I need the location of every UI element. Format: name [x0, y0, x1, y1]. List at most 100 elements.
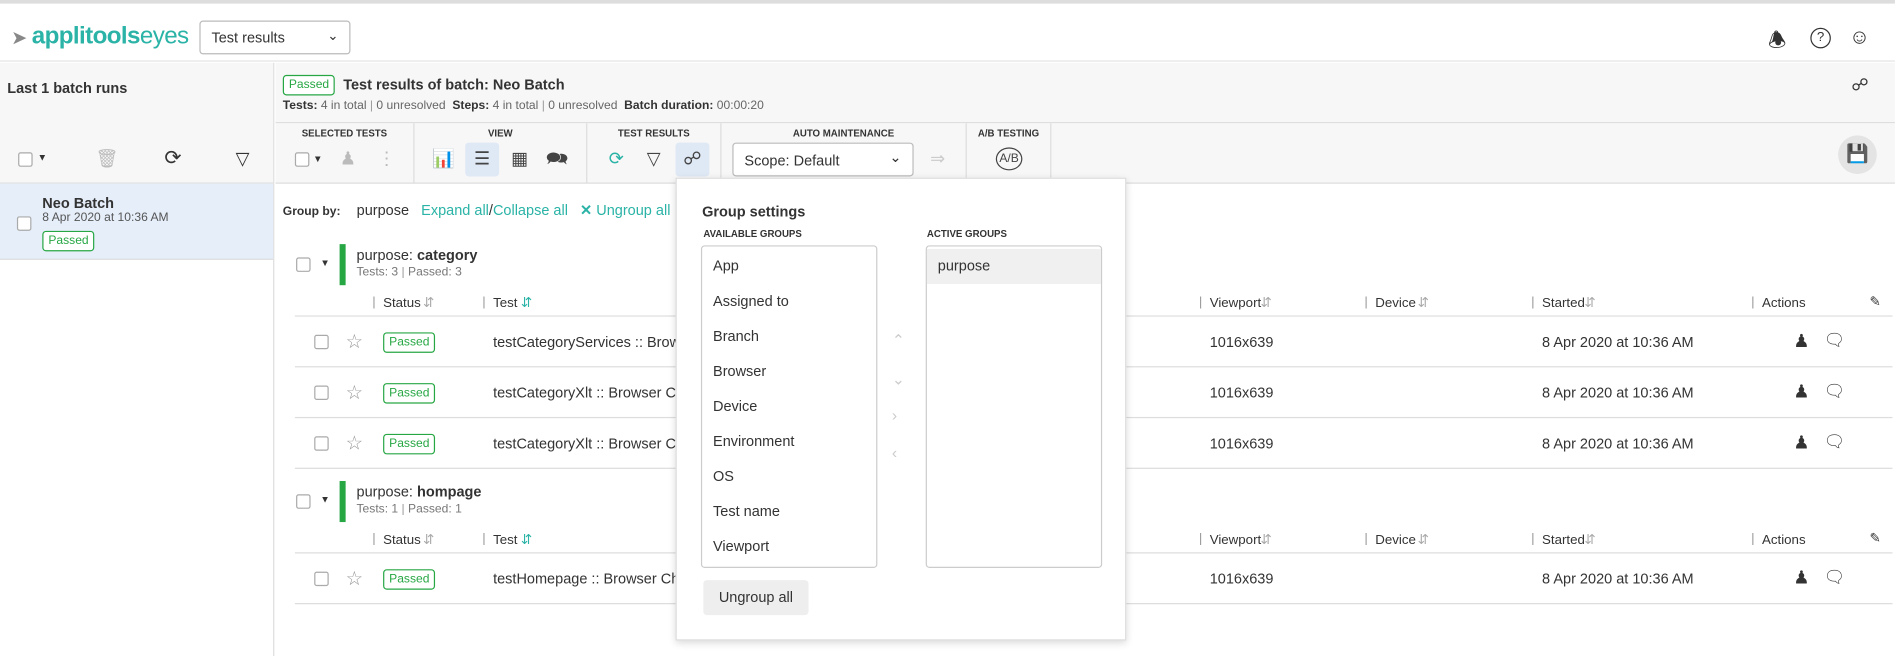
available-group-item[interactable]: Device — [702, 389, 876, 424]
more-icon[interactable]: ⋮ — [370, 143, 404, 177]
available-group-item[interactable]: Environment — [702, 424, 876, 459]
sort-icon[interactable]: ⇵ — [1260, 295, 1271, 311]
view-select[interactable]: Test results ⌄ — [199, 20, 351, 55]
move-right-icon[interactable]: › — [892, 406, 897, 424]
select-tests-checkbox[interactable] — [294, 152, 310, 167]
move-left-icon[interactable]: ‹ — [892, 444, 897, 462]
batch-item[interactable]: Neo Batch 8 Apr 2020 at 10:36 AM Passed — [0, 183, 274, 260]
column-status[interactable]: Status — [383, 533, 421, 548]
assign-user-icon[interactable]: ♟ — [1793, 381, 1809, 403]
list-view-icon[interactable]: ☰ — [465, 142, 500, 177]
group-tests-count: Tests: 3 — [356, 265, 399, 280]
sort-icon[interactable]: ⇵ — [423, 532, 434, 548]
comment-icon[interactable]: 🗨 — [1824, 330, 1845, 351]
column-started[interactable]: Started — [1542, 296, 1585, 311]
save-button[interactable]: 💾 — [1838, 135, 1877, 175]
available-group-item[interactable]: App — [702, 249, 876, 284]
column-device[interactable]: Device — [1375, 296, 1416, 311]
sort-asc-icon[interactable]: ⇵ — [521, 532, 532, 548]
comment-icon[interactable]: 🗨 — [1824, 381, 1845, 402]
edit-columns-icon[interactable]: ✎ — [1870, 531, 1881, 547]
comment-icon[interactable]: 🗨 — [1824, 567, 1845, 588]
select-all-checkbox[interactable] — [18, 152, 33, 167]
group-checkbox[interactable] — [296, 257, 311, 272]
bell-icon[interactable]: 🕭 — [1768, 25, 1786, 60]
grid-view-icon[interactable]: ▦ — [503, 143, 537, 177]
assign-user-icon[interactable]: ♟ — [1793, 330, 1809, 352]
steps-total: 4 in total — [492, 99, 539, 113]
filter-icon[interactable]: ▽ — [637, 143, 671, 177]
sort-asc-icon[interactable]: ⇵ — [521, 295, 532, 311]
ab-testing-icon[interactable]: A/B — [992, 143, 1026, 177]
test-name[interactable]: testCategoryServices :: Brows — [493, 334, 687, 351]
test-name[interactable]: testCategoryXlt :: Browser Ch — [493, 384, 684, 401]
group-checkbox[interactable] — [296, 494, 311, 509]
share-icon[interactable]: ☍ — [1851, 75, 1868, 96]
column-test[interactable]: Test — [493, 533, 517, 548]
group-icon[interactable]: ☍ — [675, 142, 710, 177]
tests-total: 4 in total — [320, 99, 367, 113]
caret-down-icon[interactable]: ▼ — [313, 153, 323, 164]
caret-down-icon[interactable]: ▼ — [37, 152, 47, 163]
logo-text: applitools — [31, 22, 141, 50]
available-group-item[interactable]: OS — [702, 459, 876, 494]
star-icon[interactable]: ☆ — [346, 381, 363, 405]
sort-icon[interactable]: ⇵ — [1260, 532, 1271, 548]
available-group-item[interactable]: Assigned to — [702, 284, 876, 319]
sort-icon[interactable]: ⇵ — [1584, 532, 1595, 548]
comments-view-icon[interactable]: 🗪 — [540, 143, 574, 177]
available-group-item[interactable]: Test name — [702, 494, 876, 529]
row-checkbox[interactable] — [314, 385, 329, 401]
trash-icon[interactable]: 🗑 — [95, 147, 118, 170]
refresh-icon[interactable]: ⟳ — [164, 146, 181, 170]
active-groups-list: purpose — [925, 245, 1103, 568]
ungroup-all-button[interactable]: Ungroup all — [703, 580, 809, 616]
scope-value: Scope: Default — [744, 152, 840, 170]
row-checkbox[interactable] — [314, 436, 329, 451]
active-group-item[interactable]: purpose — [926, 248, 1101, 284]
move-down-icon[interactable]: ⌄ — [892, 370, 905, 389]
row-checkbox[interactable] — [314, 571, 329, 587]
help-icon[interactable]: ? — [1810, 27, 1831, 49]
star-icon[interactable]: ☆ — [346, 330, 363, 354]
caret-down-icon[interactable]: ▼ — [320, 494, 330, 505]
available-group-item[interactable]: Browser — [702, 354, 876, 389]
batch-title-prefix: Test results of batch: — [343, 76, 489, 94]
column-device[interactable]: Device — [1375, 533, 1416, 548]
chart-view-icon[interactable]: 📊 — [427, 143, 461, 177]
user-settings-icon[interactable]: ☺ — [1849, 25, 1870, 49]
available-group-item[interactable]: Viewport — [702, 529, 876, 564]
sort-icon[interactable]: ⇵ — [1418, 532, 1429, 548]
row-checkbox[interactable] — [314, 334, 329, 350]
sort-icon[interactable]: ⇵ — [1584, 295, 1595, 311]
assign-user-icon[interactable]: ♟ — [1793, 431, 1809, 454]
apply-maintenance-icon[interactable]: ⇒ — [921, 143, 955, 177]
scope-select[interactable]: Scope: Default ⌄ — [732, 142, 914, 177]
assign-user-icon[interactable]: ♟ — [1793, 567, 1809, 589]
star-icon[interactable]: ☆ — [346, 567, 363, 591]
star-icon[interactable]: ☆ — [346, 431, 363, 455]
column-test[interactable]: Test — [493, 296, 517, 311]
column-viewport[interactable]: Viewport — [1210, 533, 1261, 548]
ungroup-all-link[interactable]: ✕ Ungroup all — [580, 202, 670, 219]
sort-icon[interactable]: ⇵ — [423, 295, 434, 311]
edit-columns-icon[interactable]: ✎ — [1870, 294, 1881, 310]
caret-down-icon[interactable]: ▼ — [320, 257, 330, 268]
collapse-all-link[interactable]: Collapse all — [493, 202, 568, 219]
test-name[interactable]: testCategoryXlt :: Browser Ch — [493, 435, 684, 452]
test-name[interactable]: testHomepage :: Browser Chr — [493, 570, 684, 587]
sort-icon[interactable]: ⇵ — [1418, 295, 1429, 311]
column-status[interactable]: Status — [383, 296, 421, 311]
available-group-item[interactable]: Branch — [702, 319, 876, 354]
logo[interactable]: ➤ applitoolseyes — [12, 22, 189, 51]
viewport-value: 1016x639 — [1209, 435, 1274, 452]
filter-icon[interactable]: ▽ — [236, 147, 250, 170]
expand-all-link[interactable]: Expand all — [421, 202, 489, 219]
column-started[interactable]: Started — [1542, 533, 1585, 548]
comment-icon[interactable]: 🗨 — [1824, 431, 1845, 452]
move-up-icon[interactable]: ⌃ — [892, 331, 905, 350]
column-viewport[interactable]: Viewport — [1210, 296, 1261, 311]
assign-user-icon[interactable]: ♟ — [331, 143, 365, 177]
batch-checkbox[interactable] — [16, 216, 32, 231]
refresh-icon[interactable]: ⟳ — [599, 143, 633, 177]
